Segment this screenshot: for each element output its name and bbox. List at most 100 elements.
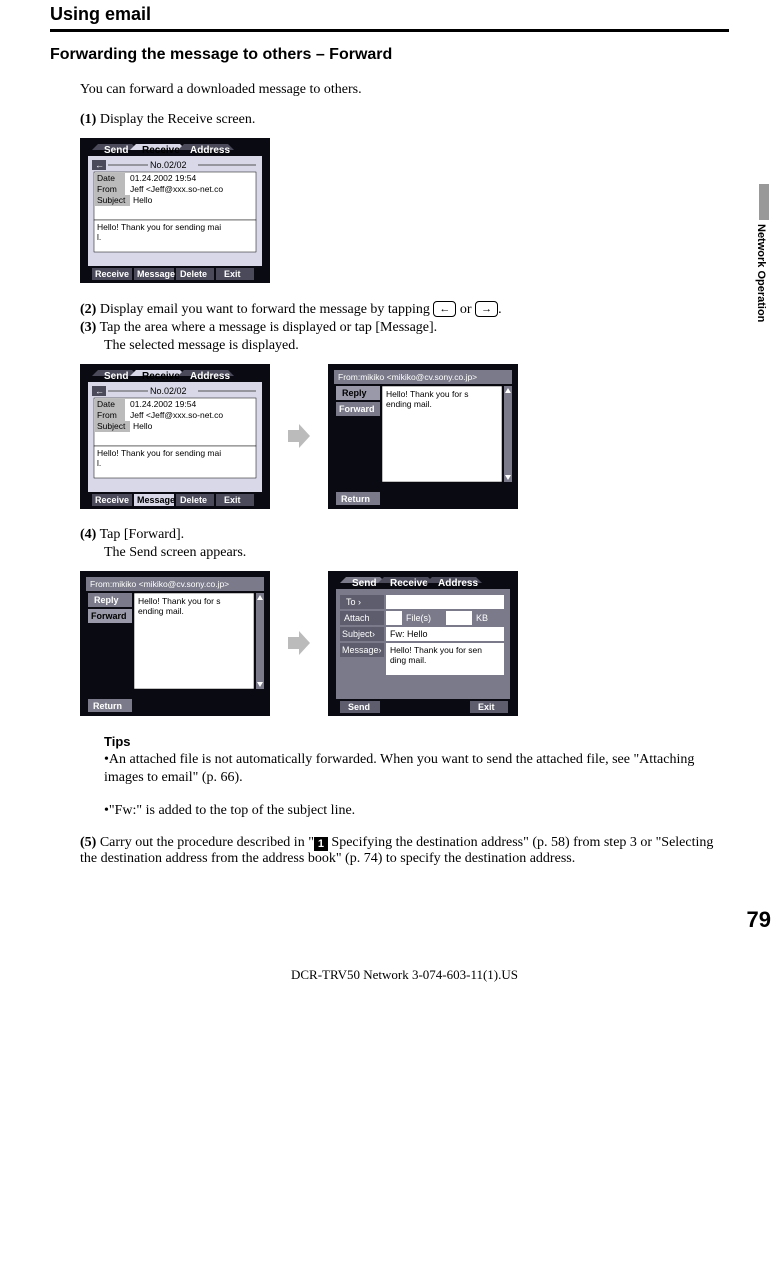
- svg-text:Subject: Subject: [97, 421, 126, 431]
- screenshot-row-1: Send Receive Address ← No.02/02 Date: [80, 138, 729, 283]
- svg-text:Fw: Hello: Fw: Hello: [390, 629, 428, 639]
- svg-text:No.02/02: No.02/02: [150, 386, 187, 396]
- svg-text:Hello: Hello: [133, 195, 153, 205]
- svg-text:Address: Address: [438, 578, 478, 589]
- screenshot-row-3: From:mikiko <mikiko@cv.sony.co.jp> Reply…: [80, 571, 729, 716]
- svg-text:Exit: Exit: [478, 702, 495, 712]
- svg-text:Address: Address: [190, 371, 230, 382]
- step-1-label: (1): [80, 112, 96, 127]
- svg-text:Subject: Subject: [97, 195, 126, 205]
- tip-1: •An attached file is not automatically f…: [80, 751, 729, 789]
- svg-text:Exit: Exit: [224, 495, 241, 505]
- svg-text:No.02/02: No.02/02: [150, 160, 187, 170]
- page-title: Using email: [50, 4, 729, 25]
- svg-text:Receive: Receive: [95, 495, 129, 505]
- divider: [50, 29, 729, 32]
- svg-text:Attach: Attach: [344, 613, 370, 623]
- svg-text:From: From: [97, 184, 117, 194]
- svg-text:KB: KB: [476, 613, 488, 623]
- svg-text:Subject›: Subject›: [342, 629, 375, 639]
- section-title: Forwarding the message to others – Forwa…: [50, 46, 729, 64]
- svg-text:01.24.2002 19:54: 01.24.2002 19:54: [130, 399, 196, 409]
- svg-text:Message: Message: [137, 495, 175, 505]
- step-3-label: (3): [80, 320, 96, 335]
- tips-heading: Tips: [80, 734, 729, 749]
- svg-text:l.: l.: [97, 458, 101, 468]
- svg-text:Send: Send: [348, 702, 370, 712]
- step-2: (2) Display email you want to forward th…: [80, 301, 729, 318]
- svg-text:Send: Send: [104, 371, 128, 382]
- svg-text:Delete: Delete: [180, 269, 207, 279]
- svg-text:Receive: Receive: [142, 371, 180, 382]
- svg-text:Forward: Forward: [91, 611, 127, 621]
- svg-text:←: ←: [95, 160, 104, 170]
- svg-text:Return: Return: [93, 701, 122, 711]
- step-2-text-b: or: [456, 302, 475, 317]
- svg-text:Return: Return: [341, 494, 370, 504]
- svg-text:Delete: Delete: [180, 495, 207, 505]
- next-icon: →: [475, 301, 498, 317]
- svg-text:Receive: Receive: [390, 578, 428, 589]
- side-label: Network Operation: [755, 224, 767, 322]
- step-5: (5) Carry out the procedure described in…: [80, 835, 729, 867]
- step-2-label: (2): [80, 302, 96, 317]
- step-2-text-c: .: [498, 302, 502, 317]
- arrow-right-icon: [288, 424, 310, 448]
- svg-text:Receive: Receive: [142, 145, 180, 156]
- svg-text:Hello: Hello: [133, 421, 153, 431]
- prev-icon: ←: [433, 301, 456, 317]
- svg-text:ending mail.: ending mail.: [138, 606, 184, 616]
- svg-text:01.24.2002 19:54: 01.24.2002 19:54: [130, 173, 196, 183]
- svg-text:From:mikiko <mikiko@cv.sony.co: From:mikiko <mikiko@cv.sony.co.jp>: [338, 372, 477, 382]
- intro-text: You can forward a downloaded message to …: [80, 80, 729, 100]
- step-5-text-a: Carry out the procedure described in ": [100, 835, 314, 850]
- footer-text: DCR-TRV50 Network 3-074-603-11(1).US: [80, 967, 729, 993]
- svg-text:Reply: Reply: [342, 388, 367, 398]
- svg-text:Receive: Receive: [95, 269, 129, 279]
- svg-text:Send: Send: [352, 578, 376, 589]
- step-2-text-a: Display email you want to forward the me…: [100, 302, 434, 317]
- svg-text:Forward: Forward: [339, 404, 375, 414]
- svg-text:Reply: Reply: [94, 595, 119, 605]
- step-1-text: Display the Receive screen.: [100, 112, 256, 127]
- tip-2: •"Fw:" is added to the top of the subjec…: [80, 802, 729, 821]
- svg-text:←: ←: [95, 386, 104, 396]
- step-3-text-a: Tap the area where a message is displaye…: [100, 320, 438, 335]
- screenshot-row-2: Send Receive Address ← No.02/02 Date 01.…: [80, 364, 729, 509]
- step-4b: The Send screen appears.: [80, 545, 729, 561]
- svg-text:From: From: [97, 410, 117, 420]
- svg-text:Hello! Thank you for sen: Hello! Thank you for sen: [390, 645, 482, 655]
- step-5-label: (5): [80, 835, 96, 850]
- step-4-label: (4): [80, 527, 96, 542]
- message-view-forward-screen: From:mikiko <mikiko@cv.sony.co.jp> Reply…: [80, 571, 270, 716]
- svg-text:From:mikiko <mikiko@cv.sony.co: From:mikiko <mikiko@cv.sony.co.jp>: [90, 579, 229, 589]
- receive-screen: Send Receive Address ← No.02/02 Date: [80, 138, 270, 283]
- svg-text:Hello! Thank you for sending m: Hello! Thank you for sending mai: [97, 448, 221, 458]
- svg-text:Message: Message: [137, 269, 175, 279]
- svg-text:Hello! Thank you for s: Hello! Thank you for s: [386, 389, 469, 399]
- arrow-right-icon: [288, 631, 310, 655]
- step-1: (1) Display the Receive screen.: [80, 112, 729, 128]
- svg-text:l.: l.: [97, 232, 101, 242]
- side-marker-icon: [759, 184, 769, 220]
- svg-text:ding mail.: ding mail.: [390, 655, 426, 665]
- svg-text:Date: Date: [97, 173, 115, 183]
- svg-text:Jeff <Jeff@xxx.so-net.co: Jeff <Jeff@xxx.so-net.co: [130, 184, 223, 194]
- step-4: (4) Tap [Forward].: [80, 527, 729, 543]
- svg-text:File(s): File(s): [406, 613, 431, 623]
- svg-text:ending mail.: ending mail.: [386, 399, 432, 409]
- svg-text:Jeff <Jeff@xxx.so-net.co: Jeff <Jeff@xxx.so-net.co: [130, 410, 223, 420]
- number-box-icon: 1: [314, 837, 328, 851]
- send-compose-screen: Send Receive Address To › Attach File(s): [328, 571, 518, 716]
- receive-screen-msg-highlight: Send Receive Address ← No.02/02 Date 01.…: [80, 364, 270, 509]
- svg-text:Date: Date: [97, 399, 115, 409]
- page-container: Using email Forwarding the message to ot…: [0, 4, 779, 993]
- svg-text:Send: Send: [104, 145, 128, 156]
- svg-text:Message›: Message›: [342, 645, 382, 655]
- page-number: 79: [747, 907, 771, 933]
- message-view-screen: From:mikiko <mikiko@cv.sony.co.jp> Reply…: [328, 364, 518, 509]
- step-4-text-a: Tap [Forward].: [100, 527, 185, 542]
- svg-text:Hello! Thank you for sending m: Hello! Thank you for sending mai: [97, 222, 221, 232]
- svg-text:To ›: To ›: [346, 597, 361, 607]
- svg-text:Exit: Exit: [224, 269, 241, 279]
